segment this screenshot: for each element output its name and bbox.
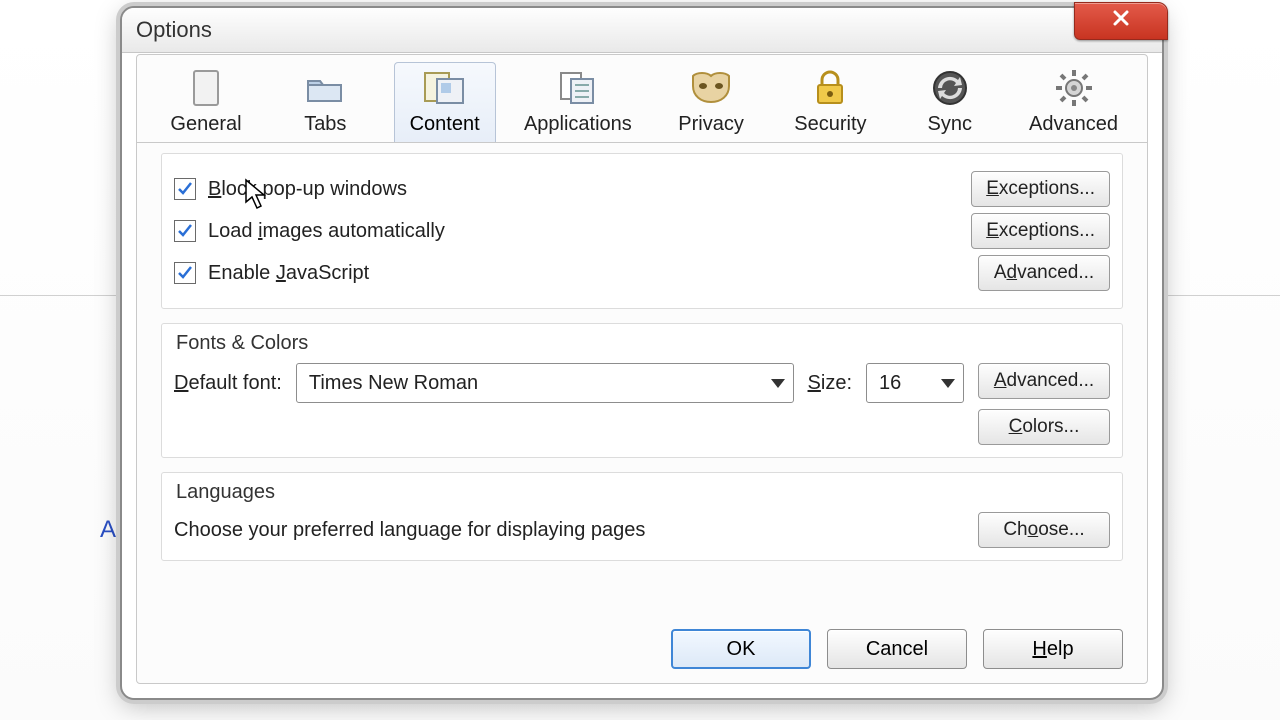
dialog-body: General Tabs Content Applications [136, 54, 1148, 684]
colors-button[interactable]: Colors... [978, 409, 1110, 445]
tab-label: Tabs [304, 113, 346, 136]
fonts-advanced-button[interactable]: Advanced... [978, 363, 1110, 399]
tab-sync[interactable]: Sync [899, 62, 1001, 142]
close-button[interactable] [1074, 2, 1168, 40]
font-size-select[interactable]: 16 [866, 363, 964, 403]
content-panel: Block pop-up windows Exceptions... Load … [137, 143, 1147, 587]
lock-icon [813, 67, 847, 109]
chevron-down-icon [941, 379, 955, 388]
checkbox-label: Block pop-up windows [208, 178, 407, 201]
load-images-checkbox[interactable]: Load images automatically [174, 220, 445, 243]
checkbox-label: Enable JavaScript [208, 262, 369, 285]
block-popups-exceptions-button[interactable]: Exceptions... [971, 171, 1110, 207]
enable-js-checkbox[interactable]: Enable JavaScript [174, 262, 369, 285]
applications-icon [557, 67, 599, 109]
tab-label: Advanced [1029, 113, 1118, 136]
select-value: 16 [879, 372, 901, 395]
content-settings-group: Block pop-up windows Exceptions... Load … [161, 153, 1123, 309]
tab-label: Applications [524, 113, 632, 136]
checkbox-icon [174, 262, 196, 284]
close-x-icon [1111, 8, 1131, 34]
languages-group: Languages Choose your preferred language… [161, 472, 1123, 561]
tab-label: Content [410, 113, 480, 136]
enable-js-advanced-button[interactable]: Advanced... [978, 255, 1110, 291]
titlebar[interactable]: Options [122, 8, 1162, 53]
choose-language-button[interactable]: Choose... [978, 512, 1110, 548]
default-font-label: Default font: [174, 372, 282, 395]
tab-label: Security [794, 113, 866, 136]
cancel-button[interactable]: Cancel [827, 629, 967, 669]
checkbox-icon [174, 178, 196, 200]
tab-privacy[interactable]: Privacy [660, 62, 762, 142]
page-icon [191, 67, 221, 109]
group-title: Languages [176, 481, 1110, 504]
tab-label: General [170, 113, 241, 136]
help-button[interactable]: Help [983, 629, 1123, 669]
select-value: Times New Roman [309, 372, 478, 395]
block-popups-checkbox[interactable]: Block pop-up windows [174, 178, 407, 201]
fonts-colors-group: Fonts & Colors Default font: Times New R… [161, 323, 1123, 458]
tab-applications[interactable]: Applications [513, 62, 643, 142]
background-text-fragment: A [100, 516, 116, 544]
tab-content[interactable]: Content [394, 62, 496, 142]
options-dialog: Options General Tabs [120, 6, 1164, 700]
checkbox-icon [174, 220, 196, 242]
content-icon [423, 67, 467, 109]
languages-description: Choose your preferred language for displ… [174, 519, 645, 542]
tab-tabs[interactable]: Tabs [274, 62, 376, 142]
group-title: Fonts & Colors [176, 332, 1110, 355]
font-size-label: Size: [808, 372, 852, 395]
tab-security[interactable]: Security [779, 62, 881, 142]
load-images-exceptions-button[interactable]: Exceptions... [971, 213, 1110, 249]
checkbox-label: Load images automatically [208, 220, 445, 243]
tab-label: Privacy [678, 113, 744, 136]
category-tabs: General Tabs Content Applications [137, 55, 1147, 143]
load-images-row: Load images automatically Exceptions... [174, 210, 1110, 252]
default-font-select[interactable]: Times New Roman [296, 363, 794, 403]
mask-icon [689, 67, 733, 109]
sync-icon [930, 67, 970, 109]
dialog-footer: OK Cancel Help [671, 629, 1123, 669]
gear-icon [1054, 67, 1094, 109]
chevron-down-icon [771, 379, 785, 388]
enable-js-row: Enable JavaScript Advanced... [174, 252, 1110, 294]
tab-general[interactable]: General [155, 62, 257, 142]
tab-advanced[interactable]: Advanced [1018, 62, 1129, 142]
window-title: Options [136, 17, 212, 43]
block-popups-row: Block pop-up windows Exceptions... [174, 168, 1110, 210]
ok-button[interactable]: OK [671, 629, 811, 669]
tab-label: Sync [927, 113, 971, 136]
folder-icon [305, 67, 345, 109]
